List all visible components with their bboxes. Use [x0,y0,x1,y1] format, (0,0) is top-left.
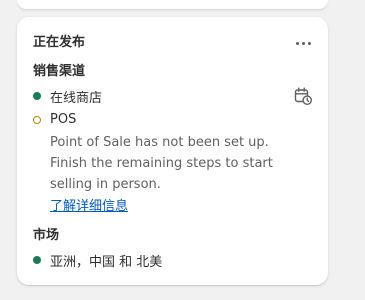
sales-channels-heading: 销售渠道 [33,64,86,79]
previous-card-edge [17,0,328,9]
market-row: 亚洲，中国 和 北美 [33,251,312,272]
status-dot-active [33,92,41,100]
status-dot-inactive [33,116,41,124]
card-title: 正在发布 [33,35,86,50]
pos-setup-description: Point of Sale has not been set up. Finis… [50,135,273,192]
status-dot-active [33,256,41,264]
learn-more-link[interactable]: 了解详细信息 [50,198,128,216]
channel-name: POS [50,112,77,127]
channel-row-online-store: 在线商店 [33,87,312,108]
more-dot [301,41,305,45]
channel-row-pos: POS Point of Sale has not been set up. F… [33,111,312,216]
more-actions-button[interactable] [292,33,314,53]
more-dot [307,41,311,45]
calendar-schedule-icon[interactable] [294,87,312,105]
publishing-card: 正在发布 销售渠道 在线商店 POS Point of Sale has not… [17,17,328,285]
markets-heading: 市场 [33,228,60,243]
market-name: 亚洲，中国 和 北美 [50,255,163,270]
more-horizontal-icon [295,41,299,45]
channel-name: 在线商店 [50,91,103,106]
